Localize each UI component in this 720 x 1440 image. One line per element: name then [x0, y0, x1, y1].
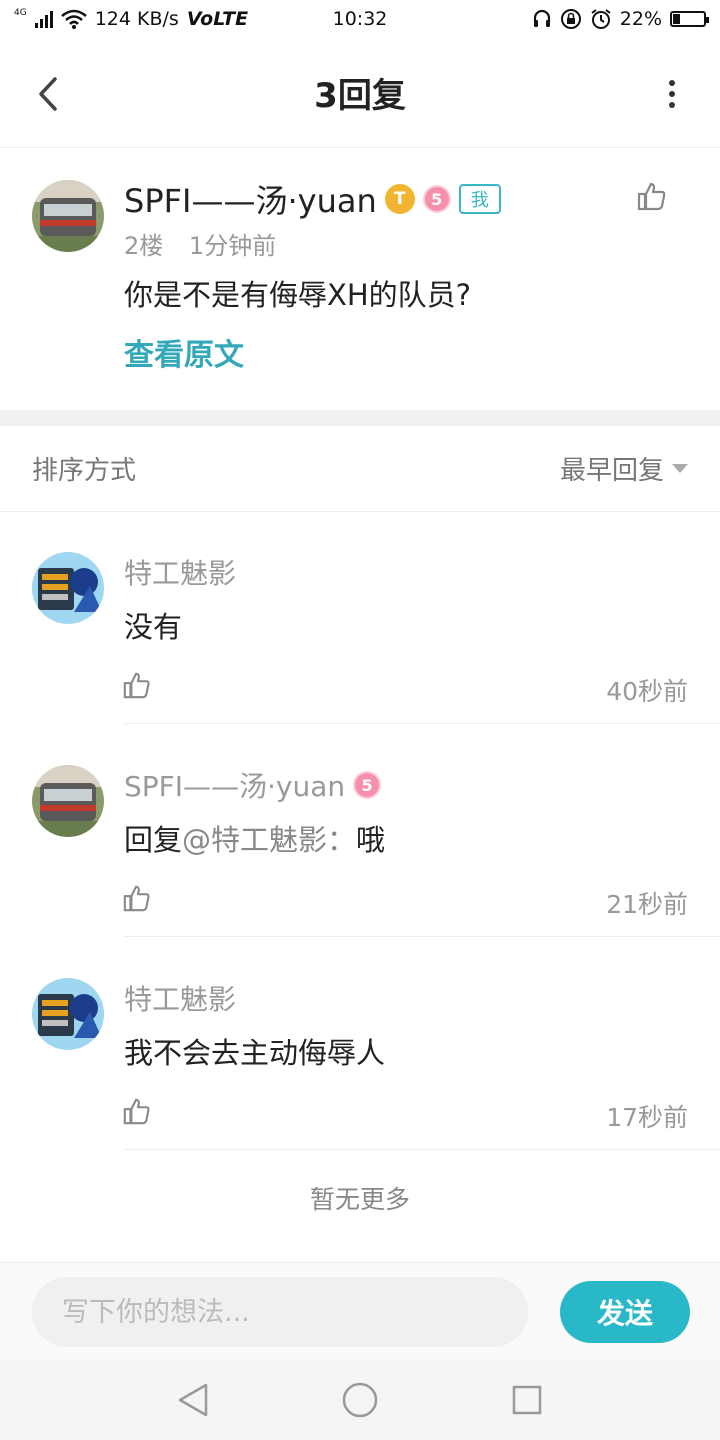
triangle-back-icon [179, 1383, 208, 1417]
sort-value[interactable]: 最早回复 [560, 450, 664, 487]
back-button[interactable] [28, 72, 68, 116]
page-header: 3回复 [0, 38, 720, 148]
rank-badge-icon: 5 [353, 771, 382, 799]
reply-content: 回复@特工魅影：哦 [124, 817, 385, 859]
signal-icon [34, 10, 53, 28]
avatar[interactable] [32, 552, 104, 624]
comment-input[interactable] [32, 1277, 528, 1347]
view-original-link[interactable]: 查看原文 [124, 330, 244, 374]
headset-icon [533, 9, 550, 27]
username[interactable]: 特工魅影 [124, 552, 236, 592]
sort-label: 排序方式 [32, 456, 137, 486]
system-nav-bar [0, 1360, 720, 1440]
no-more-text: 暂无更多 [309, 1185, 410, 1214]
reply-author[interactable]: SPFI——汤·yuan 5 [124, 765, 382, 805]
username[interactable]: 特工魅影 [124, 978, 236, 1018]
caret-down-icon [672, 464, 688, 473]
sort-dropdown[interactable]: 最早回复 [560, 450, 688, 487]
circle-home-icon [342, 1382, 378, 1418]
thumbs-up-icon[interactable] [636, 180, 668, 212]
back-arrow-icon [39, 77, 57, 111]
more-options-button[interactable] [660, 74, 684, 114]
reply-item: 特工魅影 没有 40秒前 [0, 512, 720, 724]
reply-text: 我不会去主动侮辱人 [124, 1036, 386, 1070]
wifi-icon [60, 9, 87, 29]
reply-time: 17秒前 [606, 1103, 688, 1132]
status-bar: 4G 124 KB/s VoLTE 10:32 22% [0, 0, 720, 38]
nav-home-button[interactable] [335, 1375, 385, 1425]
reply-prefix: 回复 [124, 823, 183, 857]
nav-back-button[interactable] [168, 1375, 218, 1425]
square-recents-icon [512, 1385, 541, 1415]
username[interactable]: SPFI——汤·yuan [124, 765, 345, 805]
post-author[interactable]: SPFI——汤·yuan T 5 我 [124, 176, 501, 222]
thumbs-up-icon[interactable] [122, 670, 152, 700]
avatar[interactable] [32, 180, 104, 252]
battery-icon [670, 11, 709, 27]
send-button[interactable]: 发送 [560, 1281, 690, 1343]
username[interactable]: SPFI——汤·yuan [124, 176, 377, 222]
comment-bar: 发送 [0, 1262, 720, 1360]
sort-bar: 排序方式 最早回复 [0, 426, 720, 512]
reply-time: 40秒前 [606, 677, 688, 706]
section-divider [0, 410, 720, 426]
nav-recents-button[interactable] [502, 1375, 552, 1425]
reply-content: 我不会去主动侮辱人 [124, 1030, 385, 1072]
avatar[interactable] [32, 978, 104, 1050]
avatar[interactable] [32, 765, 104, 837]
network-type: 4G [14, 8, 27, 18]
alarm-icon [591, 9, 611, 29]
original-post: SPFI——汤·yuan T 5 我 2楼 1分钟前 你是不是有侮辱XH的队员?… [0, 150, 720, 410]
rank-badge-icon: 5 [422, 185, 451, 213]
post-content: 你是不是有侮辱XH的队员? [124, 278, 472, 312]
reply-author[interactable]: 特工魅影 [124, 552, 236, 592]
divider [124, 936, 720, 937]
reply-item: SPFI——汤·yuan 5 回复@特工魅影：哦 21秒前 [0, 725, 720, 937]
mention-link[interactable]: @特工魅影： [182, 823, 356, 857]
thumbs-up-icon[interactable] [122, 1096, 152, 1126]
volte-indicator: VoLTE [186, 8, 249, 30]
network-speed: 124 KB/s [94, 8, 179, 30]
divider [124, 723, 720, 724]
battery-percent: 22% [619, 8, 662, 30]
reply-author[interactable]: 特工魅影 [124, 978, 236, 1018]
reply-text: 哦 [356, 823, 386, 857]
reply-time: 21秒前 [606, 890, 688, 919]
more-vertical-icon [669, 80, 675, 86]
thumbs-up-icon[interactable] [122, 883, 152, 913]
post-meta: 2楼 1分钟前 [124, 226, 294, 261]
rotation-lock-icon [560, 9, 581, 29]
page-title: 3回复 [314, 76, 406, 116]
divider [124, 1149, 720, 1150]
level-badge-icon: T [384, 184, 415, 214]
reply-content: 没有 [124, 604, 182, 646]
floor-number: 2楼 [124, 232, 164, 260]
post-time: 1分钟前 [188, 232, 277, 260]
reply-text: 没有 [124, 610, 183, 644]
reply-item: 特工魅影 我不会去主动侮辱人 17秒前 [0, 938, 720, 1150]
me-tag: 我 [458, 184, 501, 214]
clock: 10:32 [332, 8, 388, 30]
